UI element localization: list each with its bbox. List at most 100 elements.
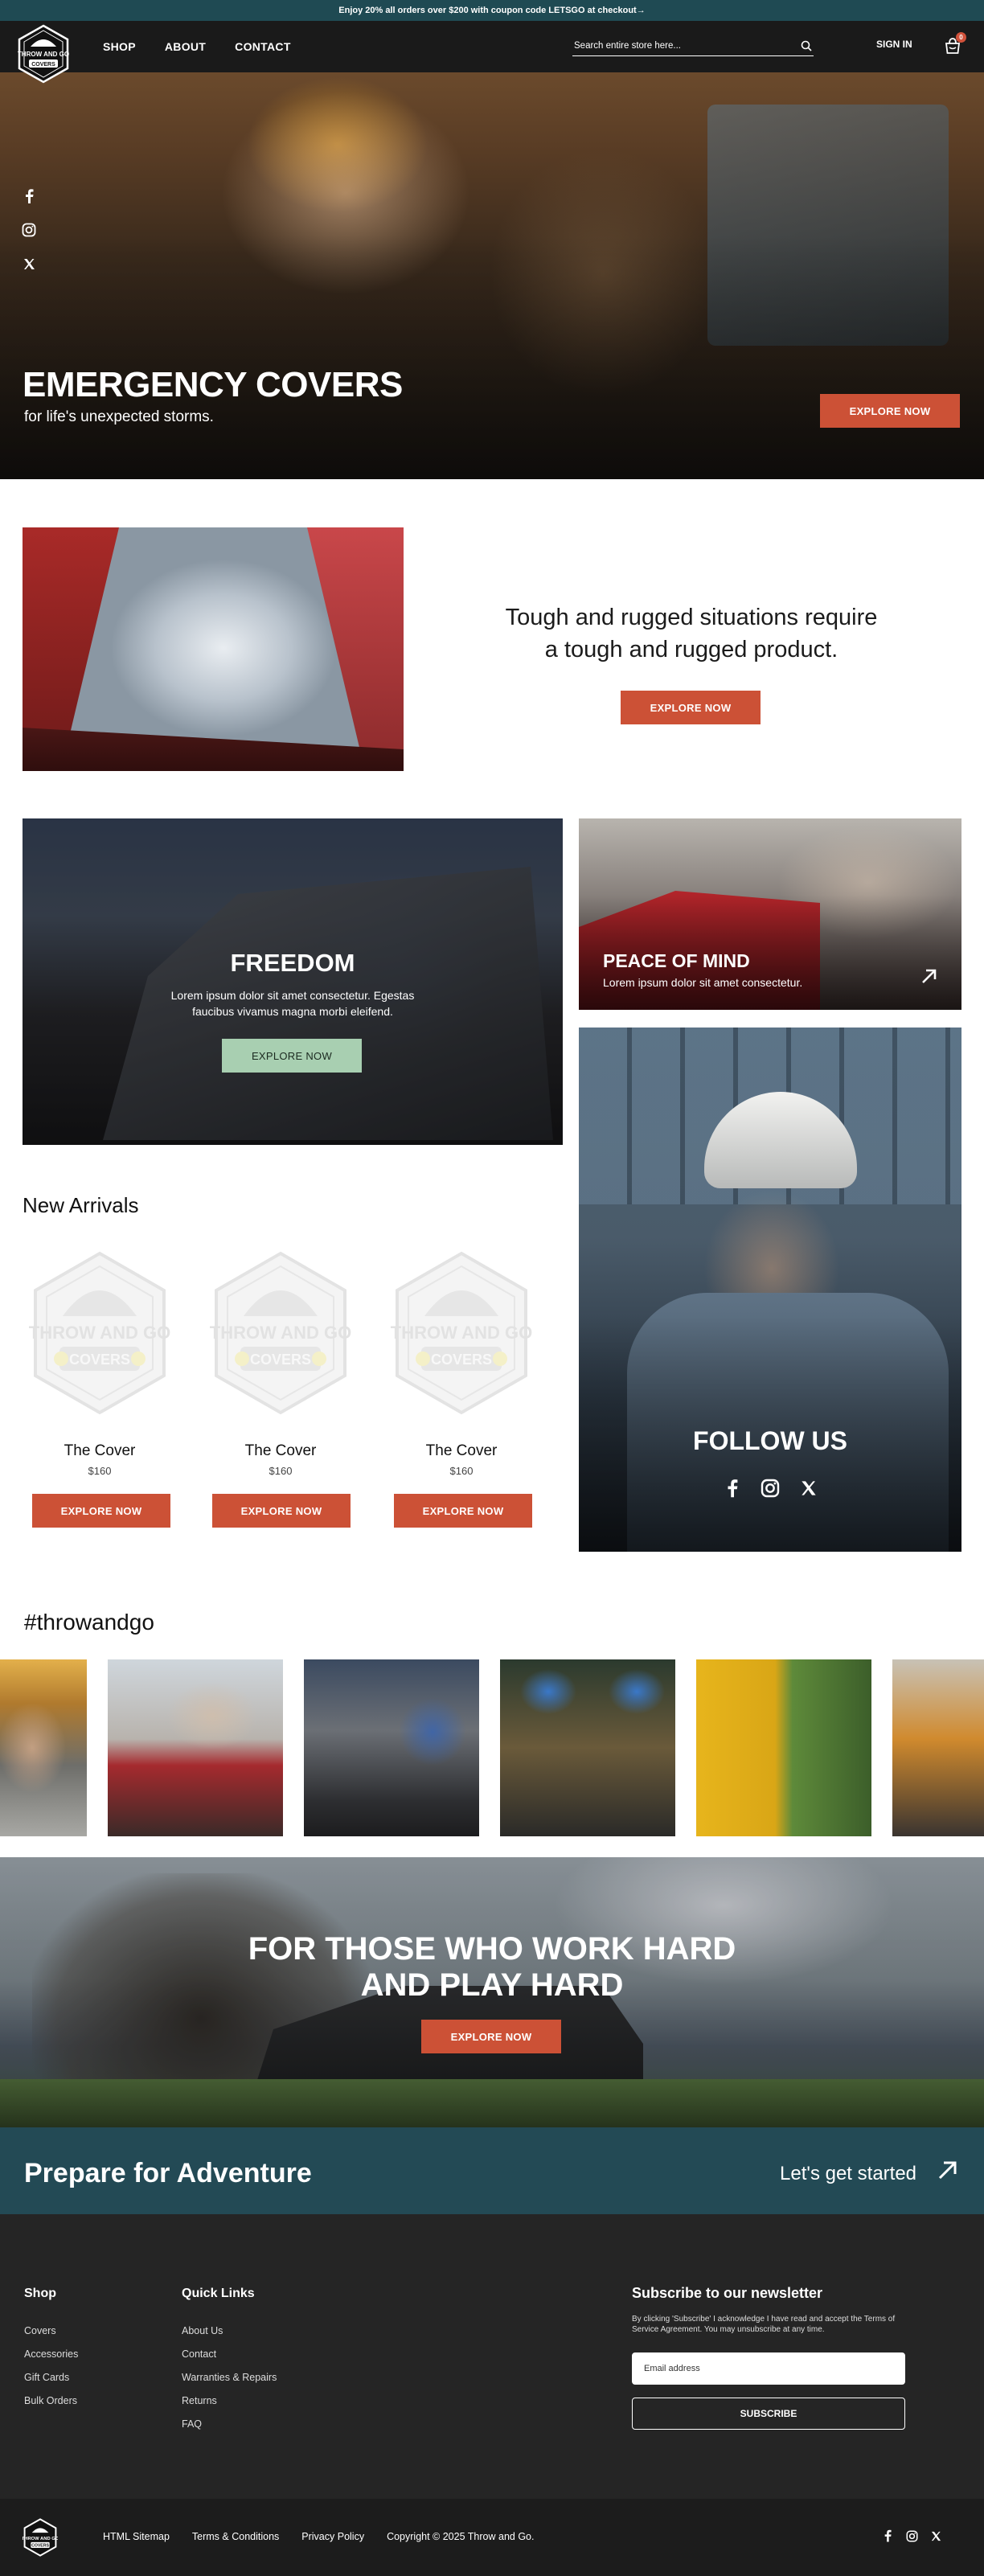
- gallery-photo[interactable]: [696, 1659, 871, 1836]
- freedom-explore-button[interactable]: EXPLORE NOW: [222, 1039, 362, 1073]
- facebook-icon[interactable]: [721, 1478, 742, 1499]
- product-price: $160: [269, 1465, 293, 1477]
- freedom-text: Lorem ipsum dolor sit amet consectetur. …: [170, 989, 415, 1018]
- footer-link-faq[interactable]: FAQ: [182, 2418, 277, 2430]
- footer-quick-links-title: Quick Links: [182, 2287, 255, 2300]
- follow-us-icons: [579, 1478, 961, 1499]
- site-header: THROW AND GO COVERS SHOP ABOUT CONTACT S…: [0, 21, 984, 84]
- svg-text:THROW AND GO: THROW AND GO: [391, 1323, 532, 1343]
- get-started-link[interactable]: Let's get started: [780, 2163, 916, 2185]
- gallery-photo[interactable]: [892, 1659, 984, 1836]
- tough-heading: Tough and rugged situations require a to…: [450, 601, 933, 666]
- footer-logo[interactable]: THROW AND GO COVERS: [23, 2518, 58, 2557]
- instagram-icon[interactable]: [760, 1478, 781, 1499]
- footer-quick-links: About Us Contact Warranties & Repairs Re…: [182, 2325, 277, 2442]
- work-hard-explore-button[interactable]: EXPLORE NOW: [421, 2020, 561, 2053]
- product-logo-placeholder: THROW AND GO COVERS: [29, 1251, 170, 1415]
- work-hard-line1: FOR THOSE WHO WORK HARD: [248, 1931, 736, 1967]
- product-card[interactable]: THROW AND GO COVERS The Cover $160 EXPLO…: [389, 1245, 534, 1528]
- terms-link[interactable]: Terms & Conditions: [192, 2531, 279, 2542]
- footer-link-bulk-orders[interactable]: Bulk Orders: [24, 2395, 78, 2406]
- product-image[interactable]: THROW AND GO COVERS: [27, 1245, 172, 1421]
- footer-link-about-us[interactable]: About Us: [182, 2325, 277, 2336]
- freedom-card[interactable]: FREEDOM Lorem ipsum dolor sit amet conse…: [23, 818, 563, 1145]
- product-card[interactable]: THROW AND GO COVERS The Cover $160 EXPLO…: [27, 1245, 172, 1528]
- arrow-up-right-icon[interactable]: [936, 2158, 960, 2182]
- hero-title: EMERGENCY COVERS: [23, 365, 403, 404]
- peace-text: Lorem ipsum dolor sit amet consectetur.: [603, 976, 803, 989]
- hero-social-rail: [21, 188, 37, 272]
- svg-text:THROW AND GO: THROW AND GO: [210, 1323, 351, 1343]
- product-explore-button[interactable]: EXPLORE NOW: [394, 1494, 532, 1528]
- newsletter-disclaimer: By clicking 'Subscribe' I acknowledge I …: [632, 2315, 896, 2334]
- svg-text:THROW AND GO: THROW AND GO: [23, 2537, 58, 2541]
- subscribe-button[interactable]: SUBSCRIBE: [632, 2398, 905, 2430]
- logo-text-bottom: COVERS: [31, 62, 55, 68]
- gallery-photo[interactable]: [108, 1659, 283, 1836]
- facebook-icon[interactable]: [881, 2529, 894, 2542]
- instagram-gallery: [0, 1659, 984, 1836]
- product-explore-button[interactable]: EXPLORE NOW: [212, 1494, 351, 1528]
- peace-of-mind-card[interactable]: PEACE OF MIND Lorem ipsum dolor sit amet…: [579, 818, 961, 1010]
- hero-subtitle: for life's unexpected storms.: [24, 408, 214, 425]
- sign-in-link[interactable]: SIGN IN: [876, 39, 912, 50]
- footer-link-accessories[interactable]: Accessories: [24, 2348, 78, 2360]
- prepare-title: Prepare for Adventure: [24, 2158, 312, 2188]
- follow-us-card: FOLLOW US: [579, 1028, 961, 1552]
- gallery-photo[interactable]: [500, 1659, 675, 1836]
- new-arrivals-title: New Arrivals: [23, 1193, 139, 1217]
- facebook-icon[interactable]: [21, 188, 37, 204]
- product-name[interactable]: The Cover: [389, 1442, 534, 1460]
- prepare-band: Prepare for Adventure Let's get started: [0, 2127, 984, 2214]
- logo[interactable]: THROW AND GO COVERS: [16, 24, 71, 84]
- announcement-text: Enjoy 20% all orders over $200 with coup…: [338, 6, 646, 15]
- freedom-title: FREEDOM: [230, 949, 355, 977]
- announcement-bar: Enjoy 20% all orders over $200 with coup…: [0, 0, 984, 21]
- x-icon[interactable]: [929, 2529, 942, 2542]
- footer-link-contact[interactable]: Contact: [182, 2348, 277, 2360]
- product-price: $160: [88, 1465, 112, 1477]
- product-logo-placeholder: THROW AND GO COVERS: [210, 1251, 351, 1415]
- search-icon[interactable]: [799, 39, 814, 53]
- product-card[interactable]: THROW AND GO COVERS The Cover $160 EXPLO…: [208, 1245, 353, 1528]
- privacy-link[interactable]: Privacy Policy: [301, 2531, 364, 2542]
- x-icon[interactable]: [21, 256, 37, 272]
- product-name[interactable]: The Cover: [27, 1442, 172, 1460]
- arrow-up-right-icon[interactable]: [920, 966, 939, 986]
- bottom-bar: THROW AND GO COVERS HTML Sitemap Terms &…: [0, 2499, 984, 2576]
- nav-about[interactable]: ABOUT: [165, 40, 206, 53]
- x-icon[interactable]: [798, 1478, 819, 1499]
- search-bar: [572, 35, 814, 56]
- product-image[interactable]: THROW AND GO COVERS: [208, 1245, 353, 1421]
- product-image[interactable]: THROW AND GO COVERS: [389, 1245, 534, 1421]
- footer-social: [881, 2529, 942, 2542]
- tough-explore-button[interactable]: EXPLORE NOW: [621, 691, 761, 724]
- svg-text:THROW AND GO: THROW AND GO: [29, 1323, 170, 1343]
- svg-text:COVERS: COVERS: [431, 1352, 492, 1368]
- svg-text:COVERS: COVERS: [250, 1352, 311, 1368]
- footer-link-covers[interactable]: Covers: [24, 2325, 78, 2336]
- instagram-icon[interactable]: [905, 2529, 918, 2542]
- footer-link-returns[interactable]: Returns: [182, 2395, 277, 2406]
- tent-photo: [23, 527, 404, 771]
- footer-link-warranties[interactable]: Warranties & Repairs: [182, 2372, 277, 2383]
- product-logo-placeholder: THROW AND GO COVERS: [391, 1251, 532, 1415]
- gallery-photo[interactable]: [304, 1659, 479, 1836]
- nav-contact[interactable]: CONTACT: [235, 40, 291, 53]
- search-input[interactable]: [572, 40, 799, 51]
- sitemap-link[interactable]: HTML Sitemap: [103, 2531, 170, 2542]
- product-price: $160: [449, 1465, 474, 1477]
- instagram-icon[interactable]: [21, 222, 37, 238]
- footer: Shop Covers Accessories Gift Cards Bulk …: [0, 2214, 984, 2499]
- hero-explore-button[interactable]: EXPLORE NOW: [820, 394, 960, 428]
- newsletter-email-input[interactable]: [632, 2352, 905, 2385]
- product-explore-button[interactable]: EXPLORE NOW: [32, 1494, 170, 1528]
- tough-heading-line1: Tough and rugged situations require: [505, 605, 878, 630]
- main-nav: SHOP ABOUT CONTACT: [103, 21, 291, 72]
- gallery-photo[interactable]: [0, 1659, 87, 1836]
- nav-shop[interactable]: SHOP: [103, 40, 136, 53]
- hero-banner: EMERGENCY COVERS for life's unexpected s…: [0, 72, 984, 479]
- product-name[interactable]: The Cover: [208, 1442, 353, 1460]
- cart-button[interactable]: 0: [942, 32, 966, 56]
- footer-link-gift-cards[interactable]: Gift Cards: [24, 2372, 78, 2383]
